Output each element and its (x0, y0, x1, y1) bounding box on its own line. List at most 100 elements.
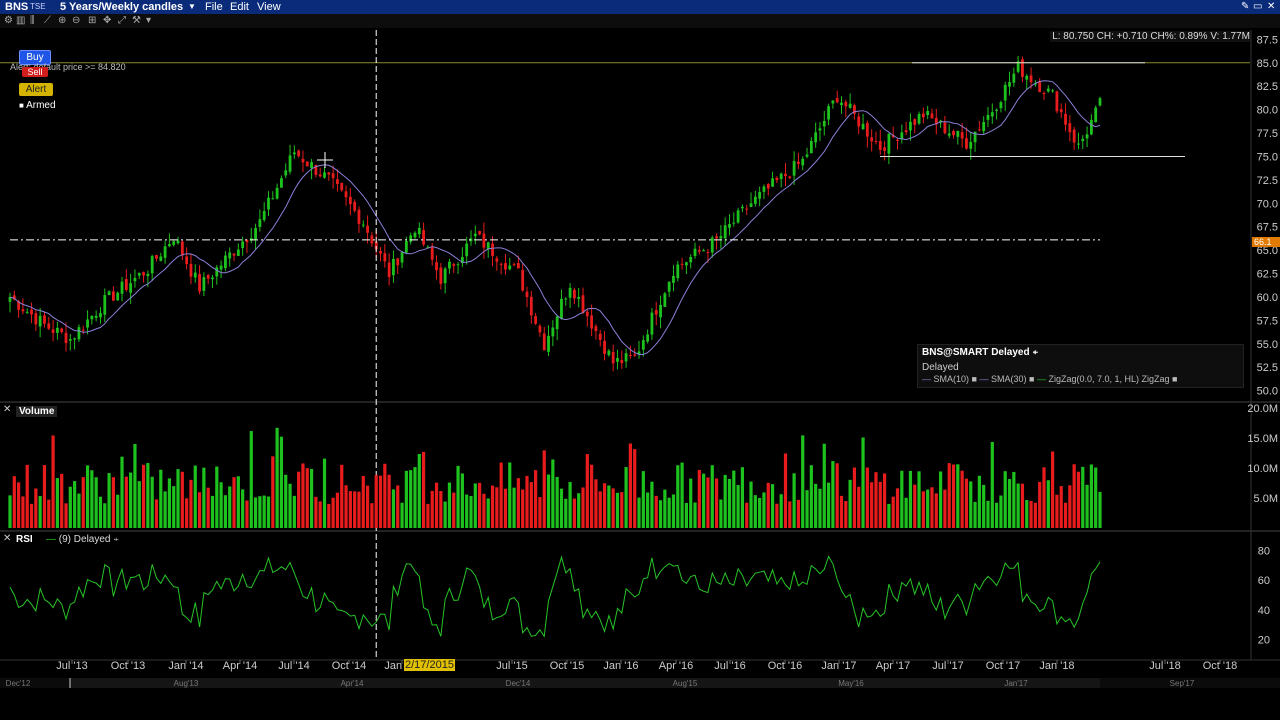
volume-bar (577, 493, 581, 528)
candle-body (857, 116, 861, 127)
candle-body (348, 196, 352, 205)
symbol-label[interactable]: BNS (5, 0, 28, 14)
candle-body (1046, 88, 1050, 92)
candle-body (715, 236, 718, 239)
volume-bar (723, 474, 727, 528)
volume-bar (740, 467, 745, 528)
candle-body (155, 254, 158, 259)
chart-type-icon[interactable]: ▥ (16, 15, 25, 27)
volume-bar (805, 490, 809, 528)
candle-body (228, 252, 232, 259)
armed-checkbox[interactable]: ■ Armed (19, 100, 56, 111)
volume-bar (831, 461, 835, 528)
candle-body (292, 152, 296, 155)
candle-body (1008, 82, 1011, 87)
candle-body (1012, 73, 1016, 83)
menu-view[interactable]: View (257, 0, 281, 14)
volume-bar (90, 470, 94, 528)
volume-bar (689, 478, 693, 528)
tools-chevron-icon[interactable]: ▾ (146, 15, 151, 27)
volume-bar (671, 494, 676, 528)
volume-bar (38, 495, 42, 528)
candle-body (525, 291, 529, 298)
menu-file[interactable]: File (205, 0, 223, 14)
volume-bar (546, 474, 551, 528)
volume-bar (559, 488, 564, 528)
candle-body (689, 257, 693, 263)
candle-body (185, 256, 189, 265)
volume-bar (650, 481, 654, 528)
close-volume-icon[interactable]: ✕ (3, 404, 11, 415)
period-dropdown[interactable]: 5 Years/Weekly candles (60, 0, 183, 14)
candle-body (370, 235, 374, 244)
legend-title: BNS@SMART Delayed ⍅ (922, 347, 1039, 358)
volume-bar (917, 471, 921, 528)
candle-body (318, 174, 322, 177)
volume-bar (292, 495, 296, 528)
volume-bar (555, 476, 559, 528)
candle-body (284, 170, 288, 176)
sell-button[interactable]: Sell (22, 67, 48, 77)
candle-body (779, 173, 783, 180)
candle-body (323, 172, 326, 178)
minimize-icon[interactable]: ▭ (1253, 0, 1262, 14)
candle-body (883, 147, 886, 151)
volume-bar (865, 467, 869, 528)
chevron-down-icon[interactable]: ▼ (188, 0, 196, 14)
volume-bar (391, 489, 396, 528)
candle-body (142, 272, 145, 276)
crosshair-icon[interactable]: ⊞ (88, 15, 96, 27)
candle-body (55, 327, 59, 333)
settings-icon[interactable]: ⚙ (4, 15, 13, 27)
candle-body (986, 114, 990, 120)
candle-body (659, 304, 662, 318)
link-icon[interactable]: ✎ (1241, 0, 1249, 14)
candle-body (581, 295, 585, 313)
candle-body (641, 340, 645, 350)
trend-icon[interactable]: ⤢ (118, 15, 126, 27)
volume-bar (12, 476, 16, 528)
draw-icon[interactable]: ⟋ (44, 15, 51, 27)
legend-sma10[interactable]: SMA(10) (934, 374, 970, 384)
rsi-tick-label: 20 (1258, 634, 1270, 646)
candle-body (667, 281, 671, 292)
bars-icon[interactable]: ⫼ (30, 15, 35, 27)
pan-icon[interactable]: ✥ (103, 15, 111, 27)
candle-body (1081, 138, 1085, 142)
candle-body (650, 312, 654, 335)
candle-body (280, 178, 283, 188)
zoom-in-icon[interactable]: ⊕ (58, 15, 66, 27)
volume-bar (486, 498, 490, 528)
legend-sma30[interactable]: SMA(30) (991, 374, 1027, 384)
zoom-out-icon[interactable]: ⊖ (72, 15, 80, 27)
candle-body (775, 177, 779, 181)
close-icon[interactable]: ✕ (1267, 0, 1275, 14)
alert-button[interactable]: Alert (19, 83, 53, 96)
volume-bar (882, 473, 887, 528)
tools-icon[interactable]: ⚒ (132, 15, 141, 27)
volume-bar (365, 485, 370, 528)
candle-body (491, 243, 494, 257)
candle-body (241, 241, 245, 248)
candle-body (676, 264, 680, 279)
legend-menu-icon[interactable]: ⍅ (1032, 347, 1038, 358)
candle-body (236, 249, 240, 256)
candle-body (478, 230, 482, 235)
candle-body (133, 277, 137, 282)
candle-body (202, 277, 206, 291)
candle-body (258, 219, 262, 227)
candle-body (874, 141, 878, 143)
legend-zigzag[interactable]: ZigZag(0.0, 7.0, 1, HL) ZigZag (1048, 374, 1169, 384)
menu-edit[interactable]: Edit (230, 0, 249, 14)
volume-bar (426, 503, 430, 528)
volume-bar (680, 462, 684, 528)
candle-body (1098, 98, 1102, 106)
volume-bar (396, 485, 400, 528)
volume-bar (219, 482, 223, 528)
volume-bar (542, 450, 546, 528)
volume-bar (891, 496, 895, 528)
volume-bar (508, 462, 512, 528)
close-rsi-icon[interactable]: ✕ (3, 533, 11, 544)
volume-bar (826, 482, 831, 528)
volume-bar (357, 491, 361, 528)
